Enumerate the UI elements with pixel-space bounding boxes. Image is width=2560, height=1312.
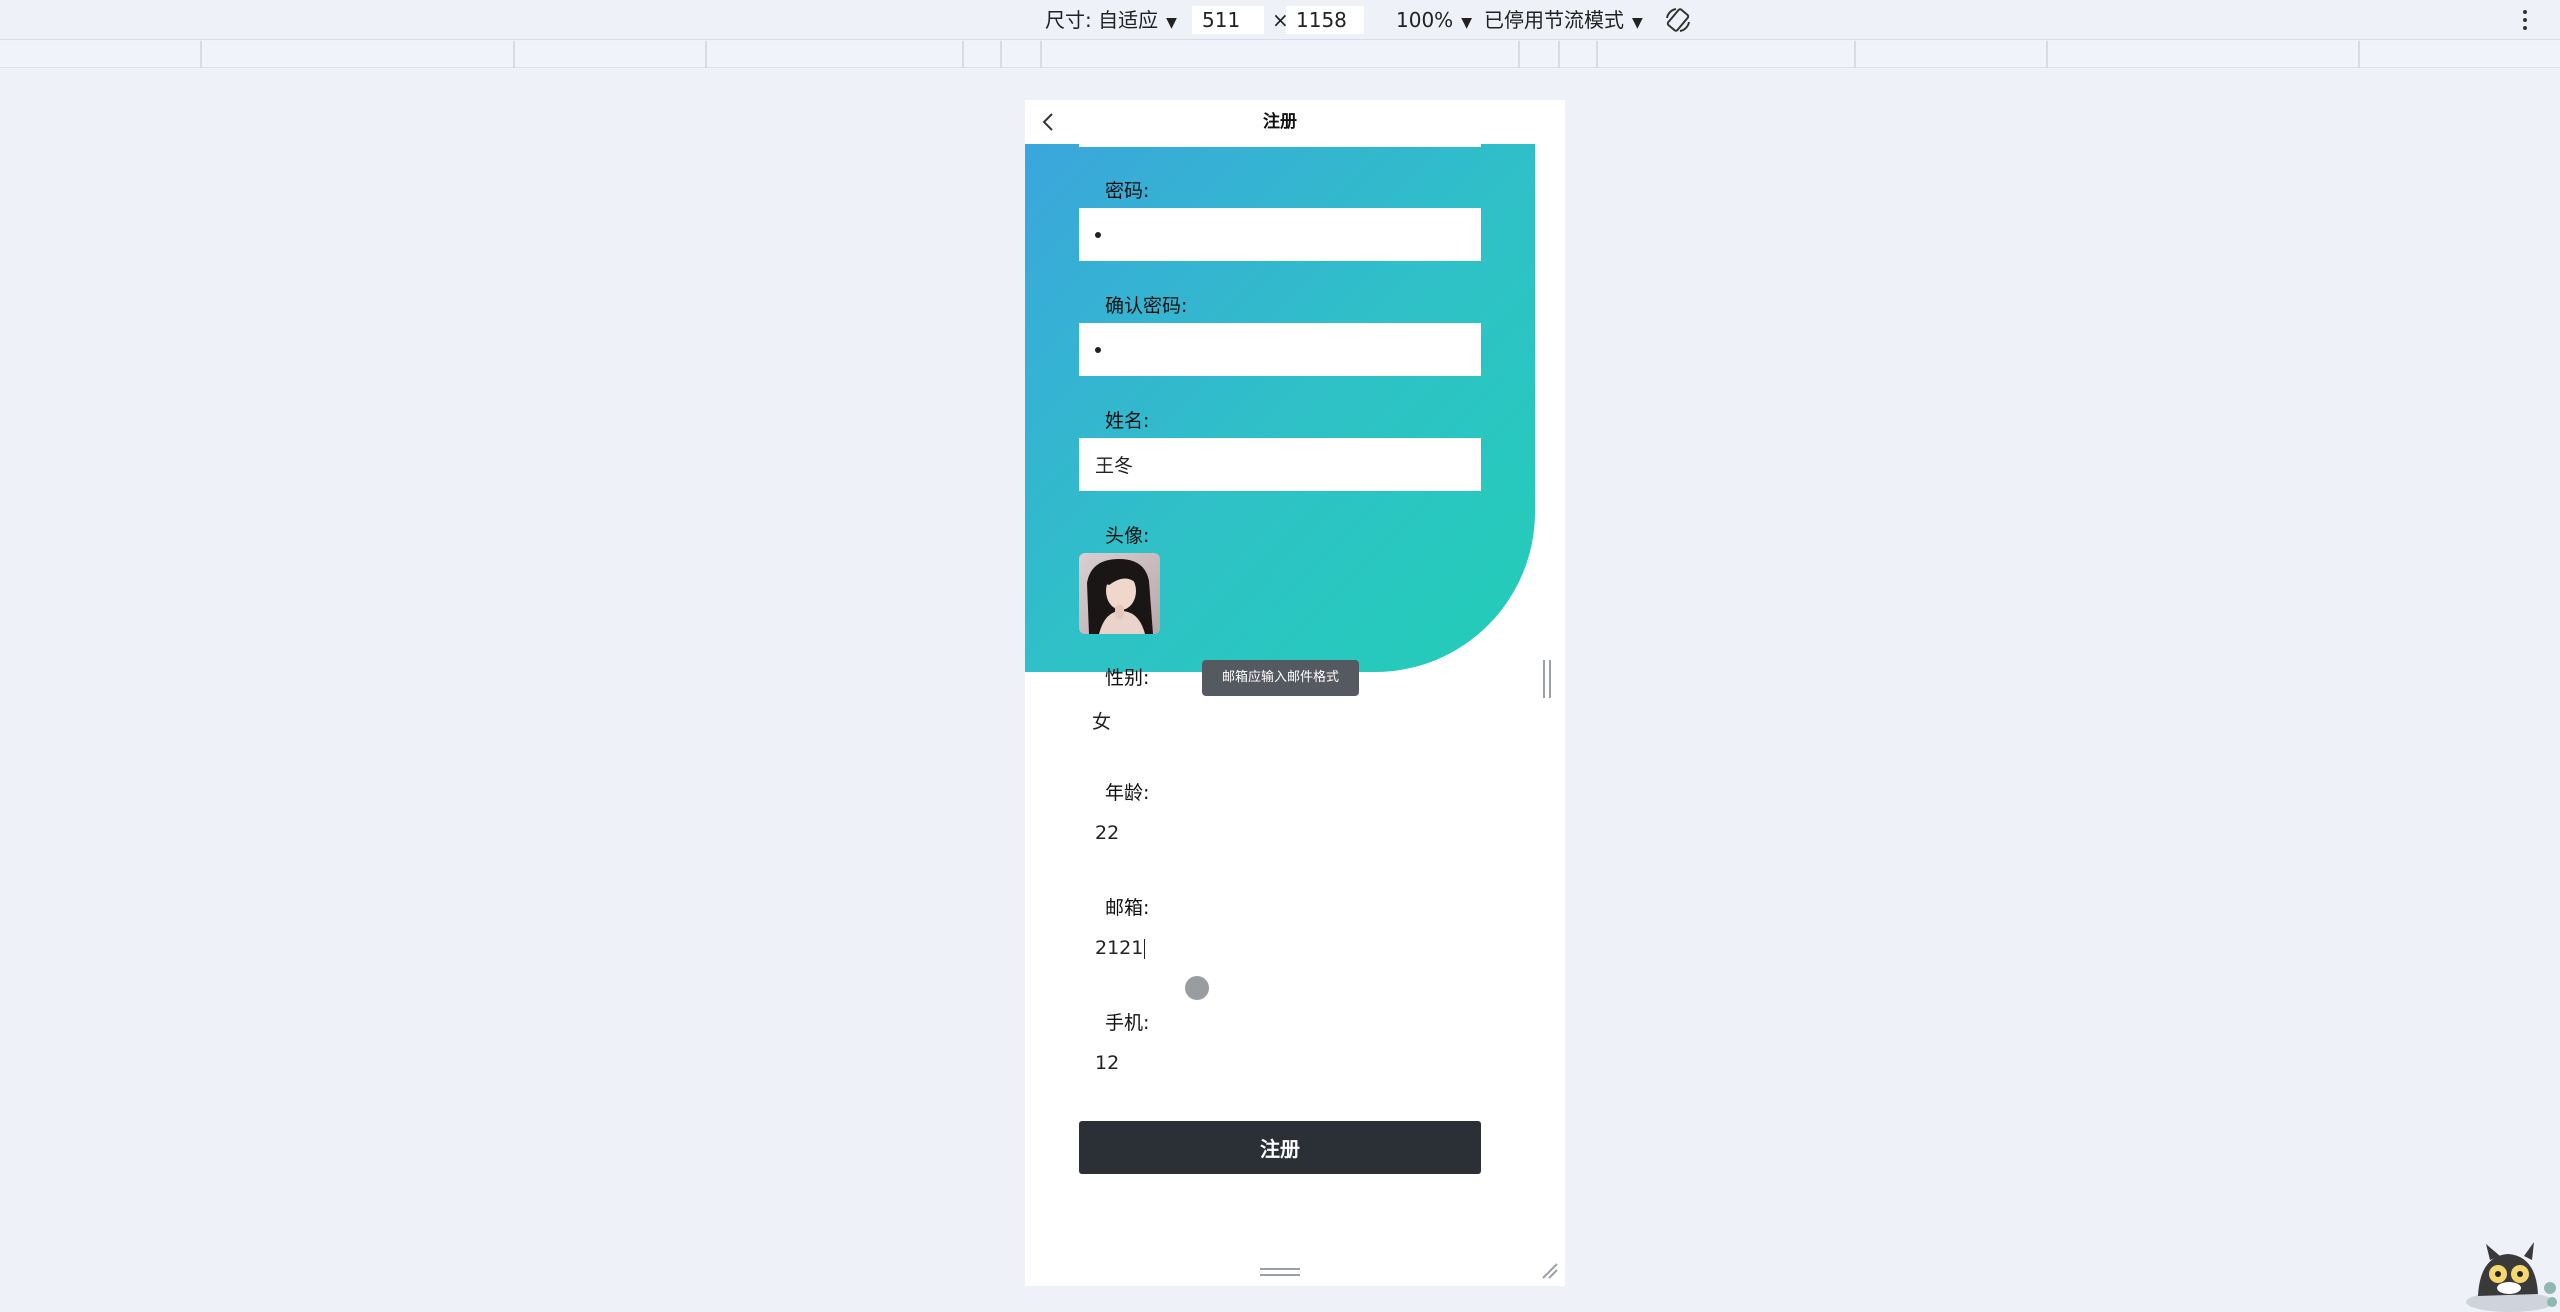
rotate-icon[interactable] xyxy=(1664,6,1692,34)
ruler-tick xyxy=(2358,41,2360,68)
avatar-photo xyxy=(1079,553,1160,634)
password-label: 密码: xyxy=(1105,180,1150,202)
gender-value[interactable]: 女 xyxy=(1092,707,1111,734)
throttle-label: 已停用节流模式 xyxy=(1484,8,1624,32)
password-mask-dot xyxy=(1095,346,1101,353)
confirm-password-input[interactable] xyxy=(1079,323,1481,376)
ruler-tick xyxy=(705,41,707,68)
email-validation-tooltip: 邮箱应输入邮件格式 xyxy=(1202,660,1359,696)
ruler-tick xyxy=(962,41,964,68)
more-options-icon[interactable] xyxy=(2518,8,2532,32)
dimensions-label: 尺寸: 自适应 xyxy=(1045,8,1159,32)
password-mask-dot xyxy=(1095,231,1101,238)
mascot-icon xyxy=(2466,1242,2557,1312)
ruler-tick xyxy=(200,41,202,68)
password-input[interactable] xyxy=(1079,208,1481,261)
ruler-tick xyxy=(513,41,515,68)
devtools-toolbar: 尺寸: 自适应 ▼ 511 × 1158 100% ▼ 已停用节流模式 ▼ xyxy=(0,0,2560,40)
device-viewport: 注册 密码: 确认密码: 姓名: 王冬 头像: 性别: 女 年龄: 22 邮箱:… xyxy=(1025,100,1565,1286)
media-query-ruler xyxy=(0,41,2560,68)
caret-down-icon: ▼ xyxy=(1166,15,1177,31)
phone-label: 手机: xyxy=(1105,1012,1150,1034)
age-input[interactable]: 22 xyxy=(1095,822,1119,844)
height-input[interactable]: 1158 xyxy=(1286,6,1364,34)
email-label: 邮箱: xyxy=(1105,897,1150,919)
caret-down-icon: ▼ xyxy=(1632,15,1643,31)
width-input[interactable]: 511 xyxy=(1192,6,1264,34)
email-value: 2121 xyxy=(1095,937,1144,959)
nav-underline xyxy=(1079,144,1481,147)
corner-resize-icon[interactable] xyxy=(1541,1262,1559,1280)
name-label: 姓名: xyxy=(1105,410,1150,432)
phone-input[interactable]: 12 xyxy=(1095,1052,1119,1074)
touch-cursor xyxy=(1185,976,1209,1000)
caret-down-icon: ▼ xyxy=(1461,15,1472,31)
ruler-tick xyxy=(1854,41,1856,68)
email-input[interactable]: 2121 xyxy=(1095,937,1146,959)
ruler-tick xyxy=(1518,41,1520,68)
ruler-tick xyxy=(1558,41,1560,68)
gender-label: 性别: xyxy=(1105,667,1150,689)
text-caret xyxy=(1144,938,1146,959)
age-label: 年龄: xyxy=(1105,782,1150,804)
ruler-tick xyxy=(1040,41,1042,68)
register-button[interactable]: 注册 xyxy=(1079,1121,1481,1174)
ruler-tick xyxy=(1000,41,1002,68)
throttle-dropdown[interactable]: 已停用节流模式 ▼ xyxy=(1484,0,1643,40)
confirm-password-label: 确认密码: xyxy=(1105,295,1188,317)
zoom-label: 100% xyxy=(1396,8,1454,32)
nav-bar: 注册 xyxy=(1025,100,1535,144)
dimensions-dropdown[interactable]: 尺寸: 自适应 ▼ xyxy=(1045,0,1177,40)
zoom-dropdown[interactable]: 100% ▼ xyxy=(1396,0,1472,40)
page-title: 注册 xyxy=(1263,112,1297,132)
ruler-tick xyxy=(2046,41,2048,68)
avatar-label: 头像: xyxy=(1105,525,1150,547)
side-resize-handle[interactable] xyxy=(1543,660,1551,698)
avatar[interactable] xyxy=(1079,553,1160,634)
bottom-resize-handle[interactable] xyxy=(1260,1268,1300,1276)
ruler-tick xyxy=(1596,41,1598,68)
name-input[interactable]: 王冬 xyxy=(1079,438,1481,491)
